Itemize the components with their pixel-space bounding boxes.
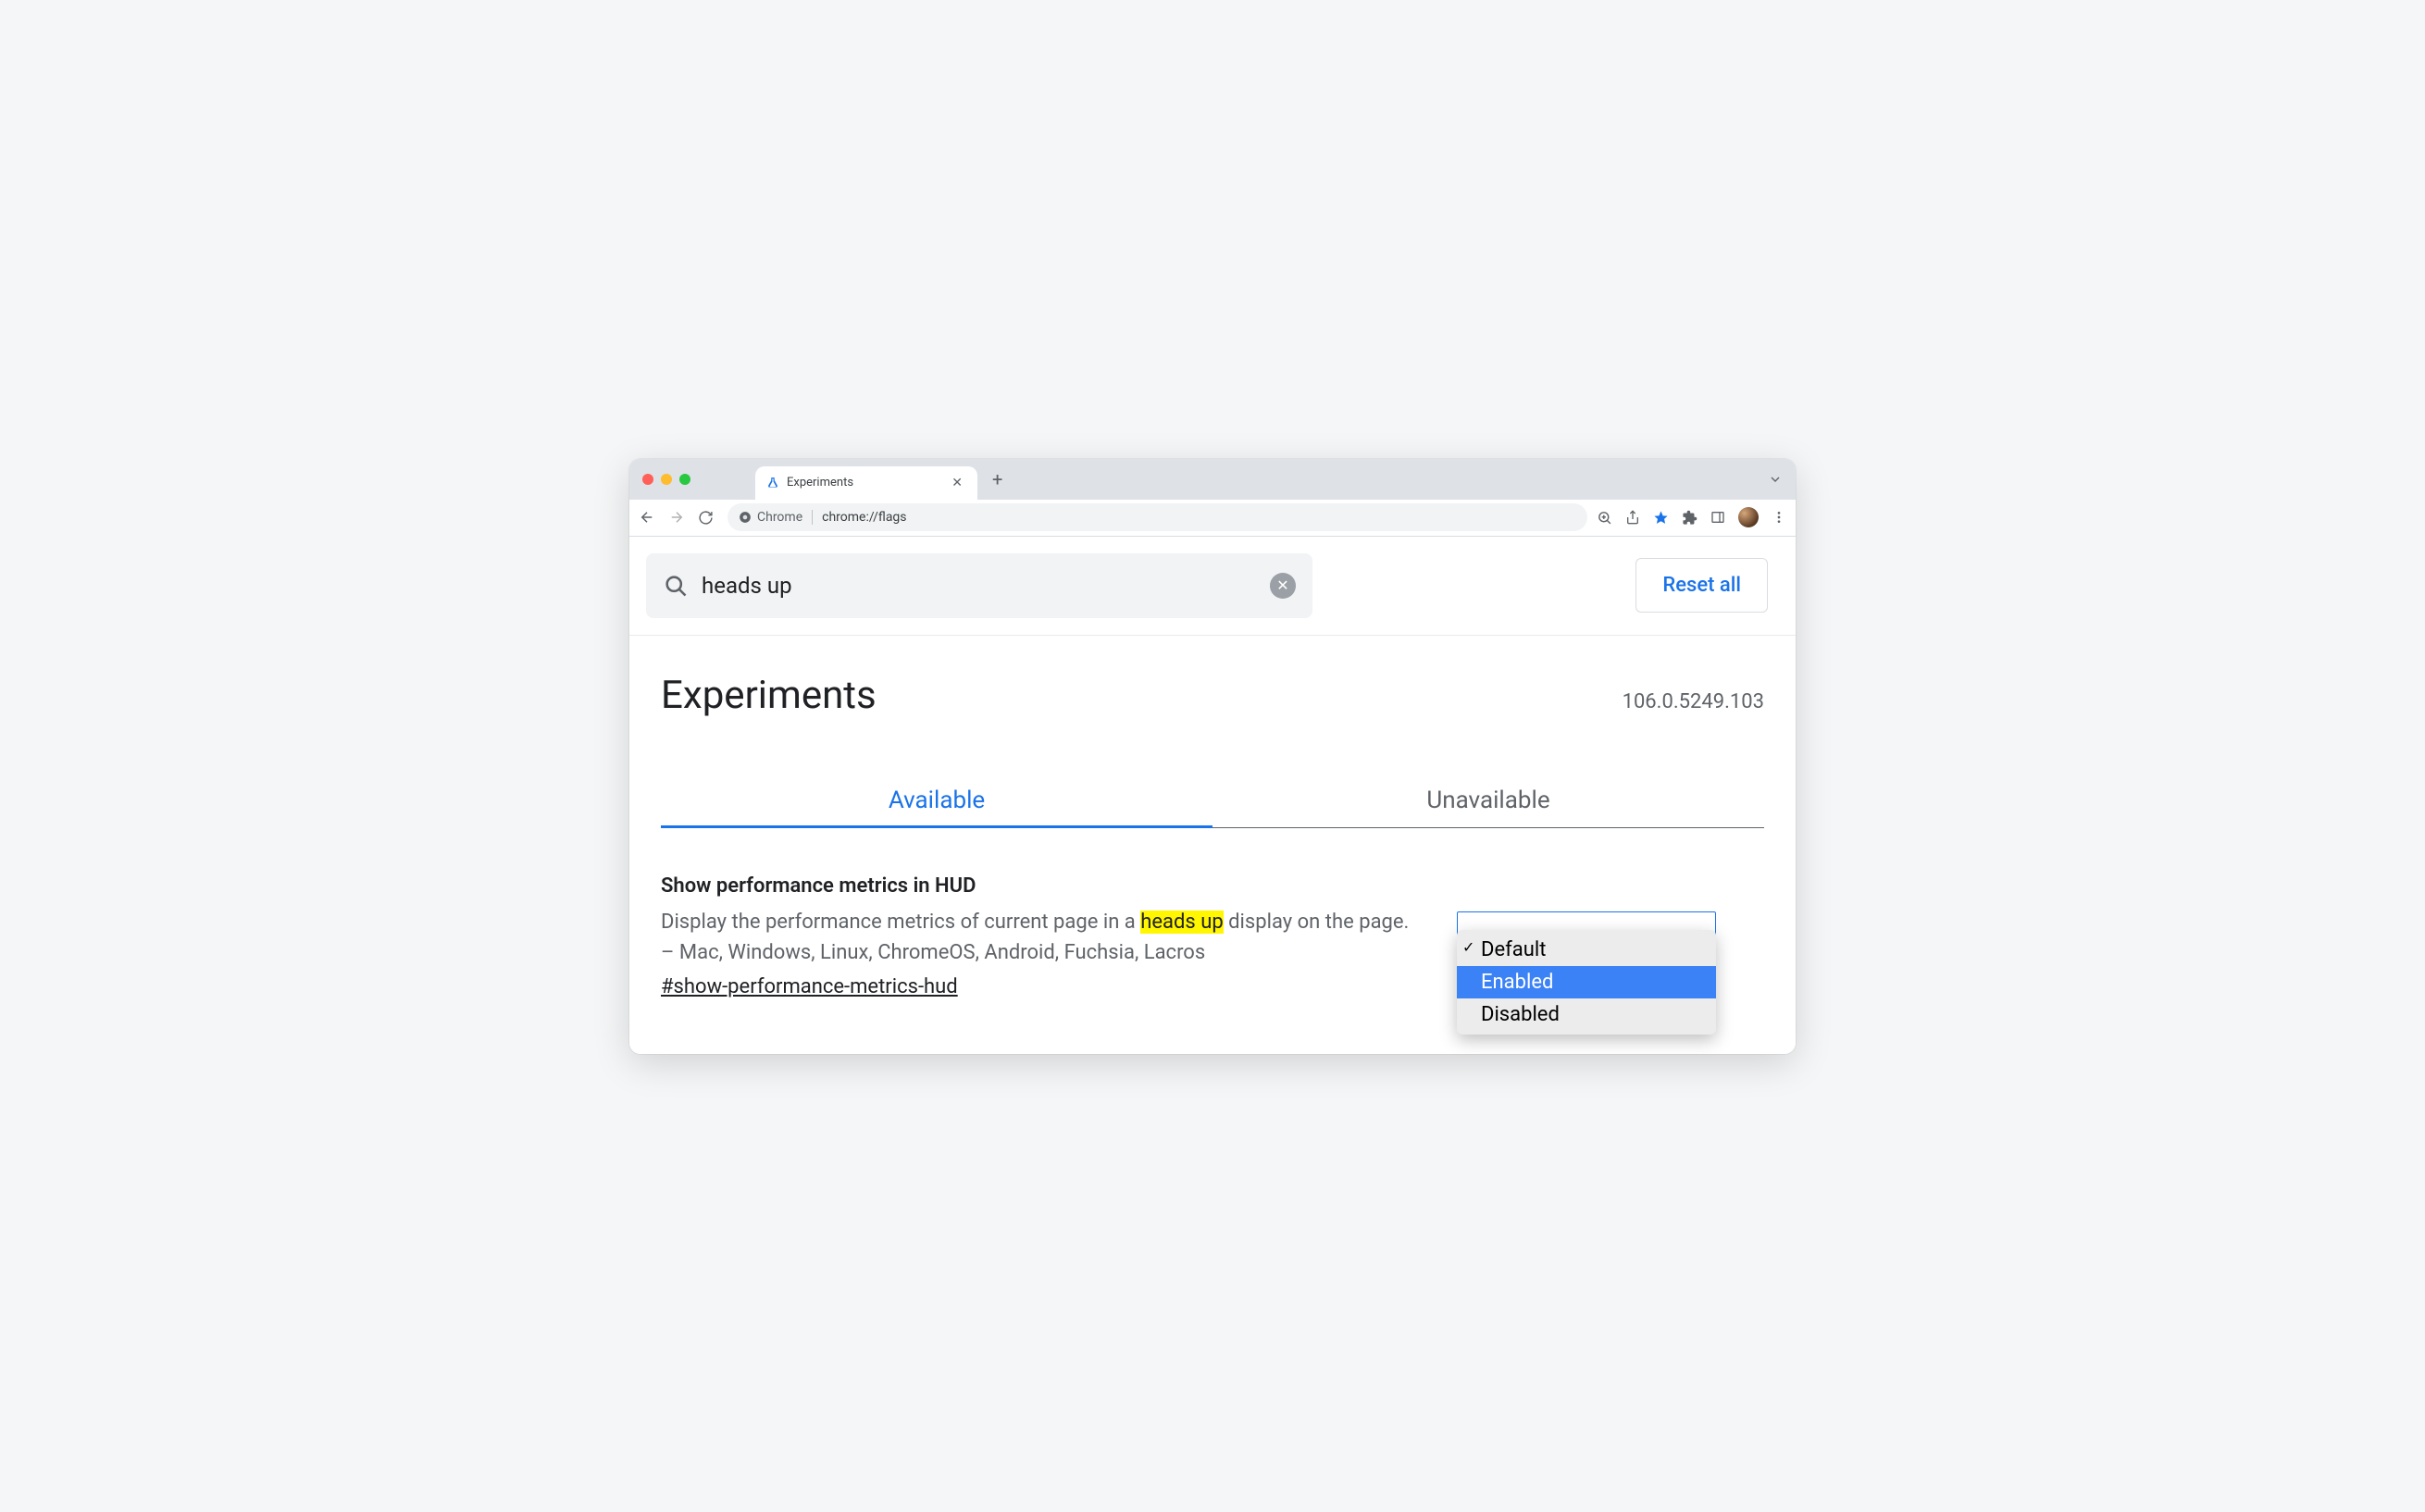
search-row: ✕ Reset all — [629, 537, 1796, 636]
flag-description: Display the performance metrics of curre… — [661, 907, 1420, 968]
titlebar: Experiments ✕ + — [629, 459, 1796, 500]
flag-anchor-link[interactable]: #show-performance-metrics-hud — [661, 975, 958, 998]
flask-icon — [766, 477, 779, 490]
dropdown-option-disabled[interactable]: Disabled — [1457, 998, 1716, 1031]
toolbar-icons — [1597, 507, 1786, 527]
flag-text: Show performance metrics in HUD Display … — [661, 874, 1420, 998]
tab-title: Experiments — [787, 476, 940, 490]
dropdown-option-enabled[interactable]: Enabled — [1457, 966, 1716, 998]
browser-tab[interactable]: Experiments ✕ — [755, 466, 977, 500]
tab-available[interactable]: Available — [661, 774, 1212, 827]
page-content: ✕ Reset all Experiments 106.0.5249.103 A… — [629, 537, 1796, 1054]
page-title: Experiments — [661, 673, 877, 718]
search-icon — [663, 573, 689, 599]
traffic-lights — [642, 474, 690, 485]
reload-button[interactable] — [698, 510, 718, 526]
bookmark-star-icon[interactable] — [1653, 510, 1669, 526]
new-tab-button[interactable]: + — [987, 468, 1008, 490]
chrome-icon — [739, 511, 752, 524]
search-input[interactable] — [702, 573, 1257, 599]
window-minimize-button[interactable] — [661, 474, 672, 485]
forward-button[interactable] — [668, 509, 689, 526]
clear-search-button[interactable]: ✕ — [1270, 573, 1296, 599]
tab-close-icon[interactable]: ✕ — [948, 474, 966, 492]
browser-window: Experiments ✕ + Chrome chrome — [629, 459, 1796, 1054]
close-icon: ✕ — [1276, 576, 1288, 594]
extensions-icon[interactable] — [1682, 510, 1698, 526]
omnibox[interactable]: Chrome chrome://flags — [728, 503, 1587, 531]
sidepanel-icon[interactable] — [1710, 510, 1725, 525]
flag-control: Default Enabled Disabled — [1457, 911, 1716, 998]
chevron-down-icon[interactable] — [1768, 472, 1783, 487]
window-close-button[interactable] — [642, 474, 653, 485]
zoom-icon[interactable] — [1597, 510, 1612, 526]
back-button[interactable] — [639, 509, 659, 526]
toolbar: Chrome chrome://flags — [629, 500, 1796, 537]
window-zoom-button[interactable] — [679, 474, 690, 485]
omnibox-url: chrome://flags — [822, 510, 906, 525]
header-row: Experiments 106.0.5249.103 — [629, 636, 1796, 727]
omnibox-chip: Chrome — [739, 510, 813, 525]
tab-unavailable[interactable]: Unavailable — [1212, 774, 1764, 827]
flag-item: Show performance metrics in HUD Display … — [629, 828, 1796, 998]
search-highlight: heads up — [1140, 911, 1223, 934]
flag-desc-before: Display the performance metrics of curre… — [661, 911, 1140, 934]
flag-title: Show performance metrics in HUD — [661, 874, 1420, 898]
dropdown-option-default[interactable]: Default — [1457, 934, 1716, 966]
omnibox-chip-label: Chrome — [757, 510, 802, 525]
share-icon[interactable] — [1625, 510, 1640, 525]
tabs-row: Available Unavailable — [661, 774, 1764, 828]
kebab-menu-icon[interactable] — [1772, 510, 1786, 525]
flag-dropdown: Default Enabled Disabled — [1457, 930, 1716, 1035]
search-box: ✕ — [646, 553, 1312, 618]
version-label: 106.0.5249.103 — [1623, 690, 1764, 713]
profile-avatar[interactable] — [1738, 507, 1759, 527]
reset-all-button[interactable]: Reset all — [1635, 558, 1768, 613]
